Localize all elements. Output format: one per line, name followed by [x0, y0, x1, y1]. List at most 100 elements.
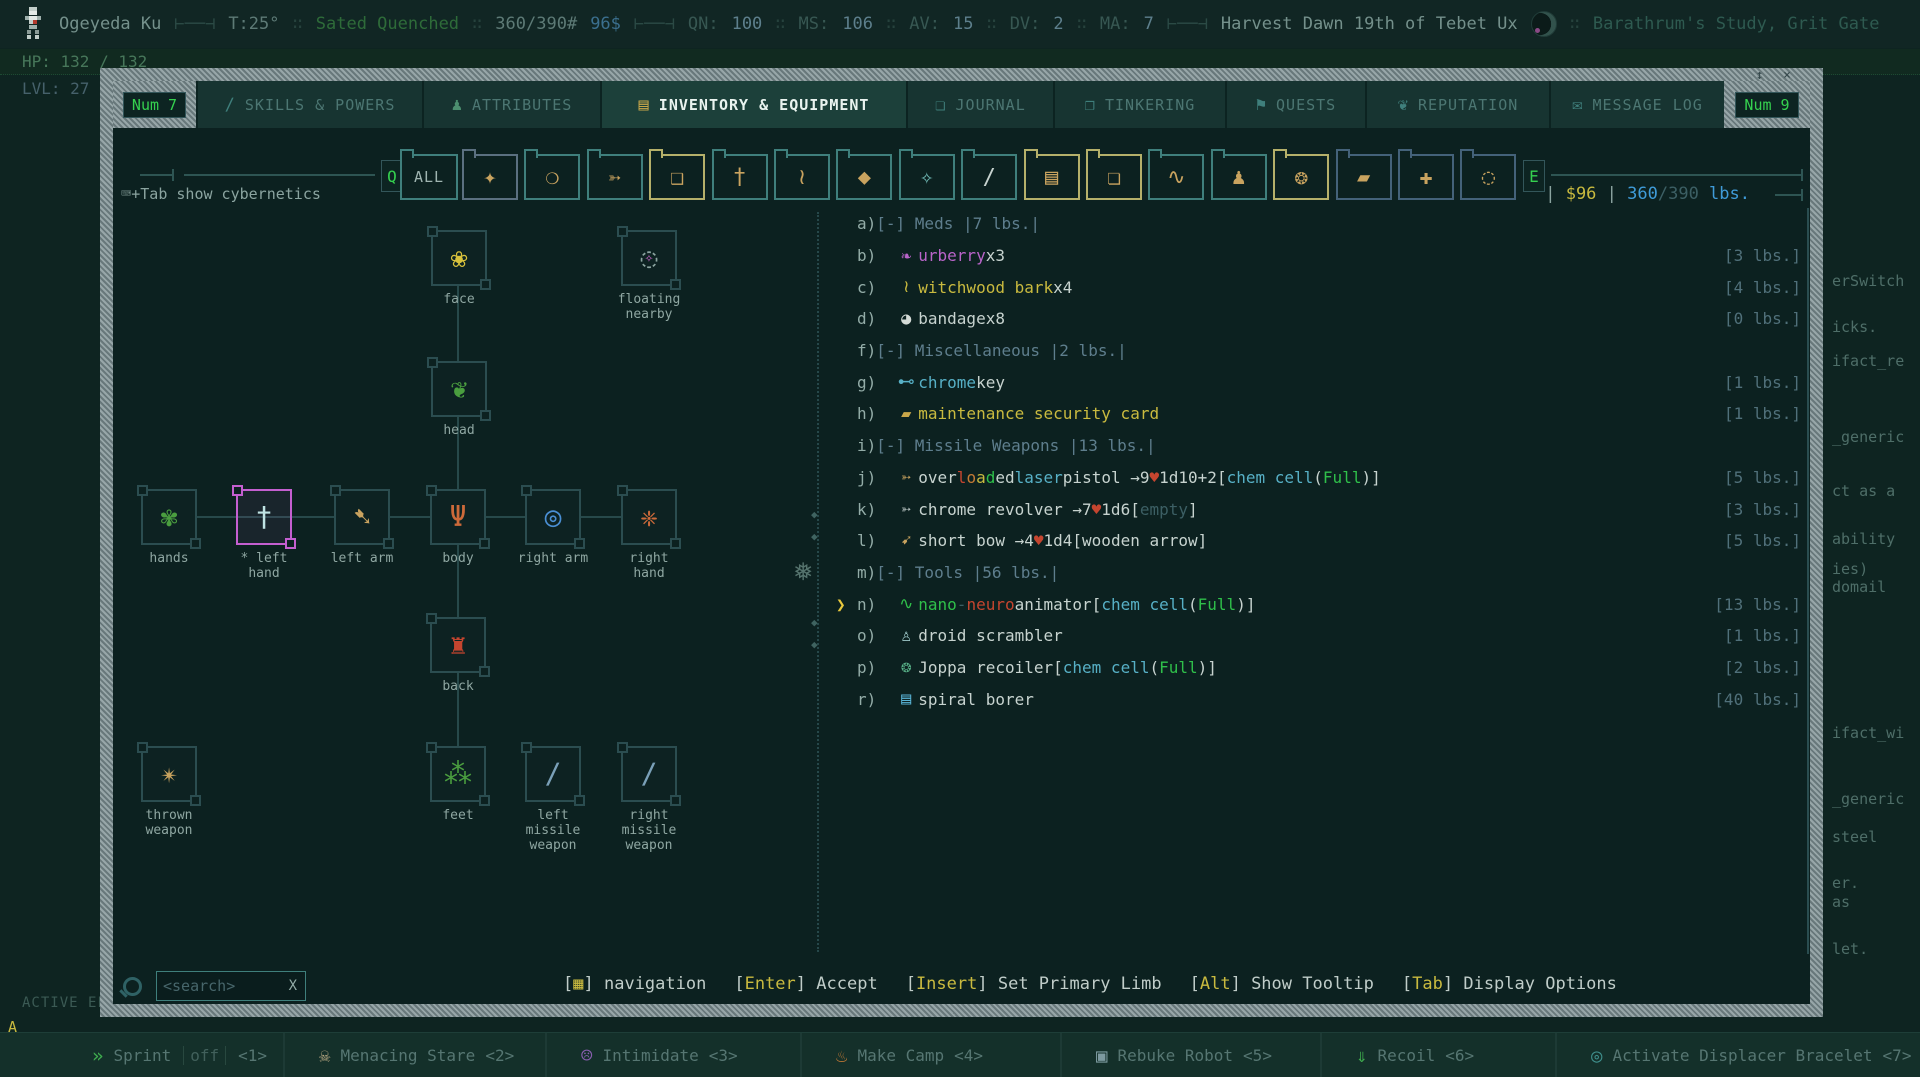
filter-category-4[interactable]: ❑ [649, 149, 706, 200]
inventory-row-r[interactable]: r) ▤ spiral borer [40 lbs.] [853, 683, 1801, 715]
filter-category-15[interactable]: ▰ [1335, 149, 1392, 200]
ability-rebuke-robot-icon: ▣ [1096, 1044, 1108, 1067]
list-scroll-track[interactable] [1807, 208, 1809, 954]
filter-category-12[interactable]: ∿ [1148, 149, 1205, 200]
ability-sprint-label: Sprint [113, 1046, 172, 1065]
equipment-slot-back[interactable]: ♜ [426, 613, 490, 677]
search-input[interactable] [157, 977, 281, 995]
equipment-slot-hands[interactable]: ✾ [137, 485, 201, 549]
inventory-row-p[interactable]: p) ❂ Joppa recoiler [chem cell (Full)] [2 l… [853, 652, 1801, 684]
filter-category-2[interactable]: ❍ [524, 149, 581, 200]
inventory-row-i[interactable]: i) [-] Missile Weapons |13 lbs.| [853, 430, 1801, 462]
decorative-line [1775, 194, 1801, 196]
equipment-slot-floating-nearby[interactable]: ◌ ✧ [617, 226, 681, 290]
tab-attributes[interactable]: ♟ ATTRIBUTES [422, 81, 600, 128]
hint-set-primary-limb-label: Set Primary Limb [997, 974, 1162, 994]
ability-activate-displacer-bracelet[interactable]: ◎ Activate Displacer Bracelet <7> [1555, 1033, 1920, 1077]
date: Harvest Dawn 19th of Tebet Ux [1220, 14, 1518, 34]
slot-thrown-weapon-label: thrown weapon [145, 808, 193, 838]
inventory-row-k[interactable]: k) ➳ chrome revolver →7 ♥ 1d6 [empty] [3 lbs… [853, 493, 1801, 525]
decorative-line [1551, 174, 1801, 176]
equipment-slot-body[interactable]: Ψ [426, 485, 490, 549]
filter-category-9[interactable]: ∕ [961, 149, 1018, 200]
tab-inventory-equipment[interactable]: ▤ INVENTORY & EQUIPMENT [600, 81, 906, 128]
equipment-slot-right-hand[interactable]: ❈ [617, 485, 681, 549]
inventory-row-m[interactable]: m) [-] Tools |56 lbs.| [853, 557, 1801, 589]
filter-category-17[interactable]: ◌ [1460, 149, 1517, 200]
ability-recoil[interactable]: ⇓ Recoil <6> [1320, 1033, 1555, 1077]
ability-sprint[interactable]: » Sprint off <1> [46, 1033, 283, 1077]
inventory-row-b[interactable]: b) ❧ urberry x3 [3 lbs.] [853, 240, 1801, 272]
item-name-segment: [ [1091, 594, 1102, 614]
item-name-segment: ♥ [1091, 499, 1102, 519]
search-clear-button[interactable]: X [281, 978, 305, 994]
equipment-slot-right-missile-weapon[interactable]: ∕ [617, 742, 681, 806]
equipment-slot-feet[interactable]: ⁂ [426, 742, 490, 806]
inventory-row-f[interactable]: f) [-] Miscellaneous |2 lbs.| [853, 335, 1801, 367]
slot-left-hand-label: * left hand [240, 551, 288, 581]
ability-menacing-stare[interactable]: ☠ Menacing Stare <2> [283, 1033, 545, 1077]
filter-category-13[interactable]: ♟ [1210, 149, 1267, 200]
tab-quests[interactable]: ⚑ QUESTS [1225, 81, 1365, 128]
tab-message-log[interactable]: ✉ MESSAGE LOG [1549, 81, 1724, 128]
background-text-fragment: _generic [1832, 790, 1905, 808]
tab-skills-powers[interactable]: ∕ SKILLS & POWERS [196, 81, 422, 128]
bracket: [ [563, 974, 574, 994]
equipment-slot-left-arm[interactable]: ➷ [330, 485, 394, 549]
inventory-row-a[interactable]: a) [-] Meds |7 lbs.| [853, 208, 1801, 240]
filter-category-16[interactable]: ✚ [1398, 149, 1454, 200]
filter-category-1[interactable]: ✦ [462, 149, 518, 200]
ability-sprint-state: off [183, 1046, 227, 1065]
filter-category-5[interactable]: † [711, 149, 768, 200]
slot-feet-label: feet [442, 808, 474, 823]
keyboard-icon: ⌨ [121, 184, 132, 204]
item-name-segment: )] [1361, 467, 1381, 487]
tab-tinkering[interactable]: ❐ TINKERING [1053, 81, 1225, 128]
tab-reputation-icon: ❦ [1397, 94, 1409, 115]
filter-category-7[interactable]: ◆ [836, 149, 893, 200]
item-name-segment: maintenance security card [918, 404, 1160, 424]
filter-category-6[interactable]: ≀ [774, 149, 830, 200]
equipment-slot-head[interactable]: ❦ [427, 357, 491, 421]
inventory-row-l[interactable]: l) ➹ short bow →4 ♥ 1d4 [wooden arrow] [5 lb… [853, 525, 1801, 557]
item-name-segment: bandage [918, 309, 986, 329]
bracket: ] [977, 974, 998, 994]
filter-category-14[interactable]: ❂ [1273, 149, 1330, 200]
category-icon: ❑ [670, 164, 684, 190]
inventory-row-c[interactable]: c) ≀ witchwood bark x4 [4 lbs.] [853, 271, 1801, 303]
filter-category-11[interactable]: ❏ [1086, 149, 1142, 200]
item-icon: ∿ [899, 594, 914, 615]
ability-recoil-icon: ⇓ [1356, 1044, 1368, 1067]
bracket: [ [734, 974, 745, 994]
inventory-row-g[interactable]: g) ⊷ chrome key [1 lbs.] [853, 366, 1801, 398]
hint-show-tooltip: [Alt] Show Tooltip [1190, 974, 1374, 994]
inventory-row-o[interactable]: o) ♙ droid scrambler [1 lbs.] [853, 620, 1801, 652]
equipment-slot-left-hand[interactable]: † [232, 485, 296, 549]
level-text: LVL: 27 [22, 79, 90, 98]
row-letter: j) [857, 467, 877, 487]
equipment-slot-face[interactable]: ❀ [427, 226, 491, 290]
item-name-segment: chrome [918, 372, 977, 392]
tab-quests-label: QUESTS [1276, 95, 1337, 114]
divider: ∷ [1569, 14, 1580, 34]
ability-make-camp[interactable]: ♨ Make Camp <4> [800, 1033, 1060, 1077]
equipment-slot-left-missile-weapon[interactable]: ∕ [521, 742, 585, 806]
item-name-segment: [ [1053, 657, 1063, 677]
filter-category-8[interactable]: ✧ [898, 149, 955, 200]
filter-category-10[interactable]: ▤ [1023, 149, 1080, 200]
item-name-segment: [wooden arrow] [1072, 531, 1208, 551]
ability-rebuke-robot[interactable]: ▣ Rebuke Robot <5> [1060, 1033, 1320, 1077]
inventory-row-n[interactable]: ❯ n) ∿ nano - neuro animator [chem cell (Full… [836, 588, 1801, 620]
filter-category-3[interactable]: ➳ [586, 149, 643, 200]
inventory-row-h[interactable]: h) ▰ maintenance security card [1 lbs.] [853, 398, 1801, 430]
item-weight: [1 lbs.] [1723, 404, 1801, 424]
inventory-row-j[interactable]: j) ➳ over l o a d ed laser pistol →9 ♥ 1d10+2 [c… [853, 462, 1801, 494]
tab-journal[interactable]: ❏ JOURNAL [906, 81, 1053, 128]
inventory-row-d[interactable]: d) ◕ bandage x8 [0 lbs.] [853, 303, 1801, 335]
filter-all-button[interactable]: ALL [400, 149, 458, 200]
equipment-slot-right-arm[interactable]: ◎ [521, 485, 585, 549]
equipment-slot-thrown-weapon[interactable]: ✴ [137, 742, 201, 806]
ability-intimidate[interactable]: ☹ Intimidate <3> [545, 1033, 800, 1077]
tab-reputation[interactable]: ❦ REPUTATION [1365, 81, 1549, 128]
row-letter: r) [857, 689, 877, 709]
